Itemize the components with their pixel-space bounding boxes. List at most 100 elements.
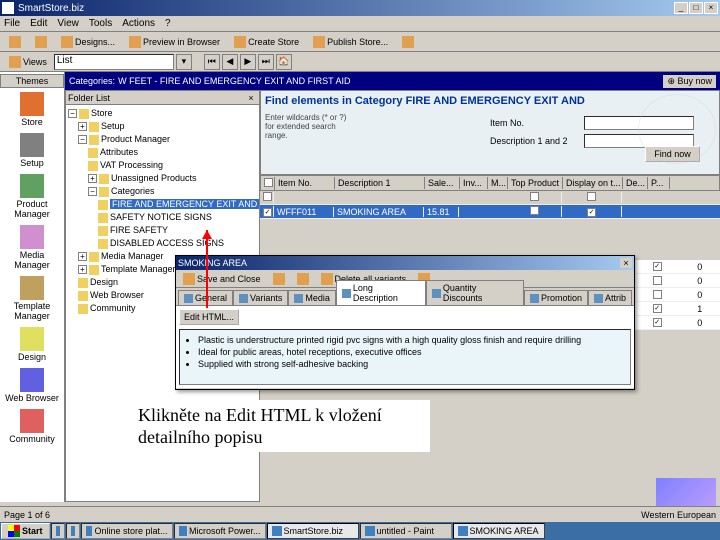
nav-last[interactable]: ⏭ — [258, 54, 274, 70]
app-icon — [458, 526, 468, 536]
product-icon — [20, 174, 44, 198]
menu-actions[interactable]: Actions — [122, 18, 155, 29]
col-display[interactable]: Display on t... — [563, 177, 623, 189]
views-icon — [9, 56, 21, 68]
col-select[interactable] — [261, 177, 275, 190]
tree-fire-safety[interactable]: FIRE SAFETY — [68, 224, 257, 237]
detail-titlebar[interactable]: SMOKING AREA × — [176, 256, 634, 270]
tree-unassigned[interactable]: +Unassigned Products — [68, 172, 257, 185]
tree-safety[interactable]: SAFETY NOTICE SIGNS — [68, 211, 257, 224]
nav-next[interactable]: ▶ — [240, 54, 256, 70]
tool-extra[interactable] — [397, 34, 419, 50]
strip-row[interactable]: ✓1 — [635, 302, 720, 316]
right-checkbox-strip: ✓0 0 0 ✓1 ✓0 — [635, 260, 720, 330]
strip-row[interactable]: 0 — [635, 274, 720, 288]
folder-icon — [35, 36, 47, 48]
tab-long-description[interactable]: Long Description — [336, 280, 426, 305]
attr-icon — [594, 294, 603, 303]
tab-quantity[interactable]: Quantity Discounts — [426, 280, 524, 305]
menu-file[interactable]: File — [4, 18, 20, 29]
tree-selected-category[interactable]: FIRE AND EMERGENCY EXIT AND FIRST AID — [68, 198, 257, 211]
tool-publish[interactable]: Publish Store... — [308, 34, 393, 50]
sidebar-community[interactable]: Community — [2, 407, 62, 446]
ql-icon — [56, 526, 60, 536]
col-sale[interactable]: Sale... — [425, 177, 460, 189]
col-p[interactable]: P... — [648, 177, 670, 189]
print-icon — [297, 273, 309, 285]
tool-open[interactable] — [30, 34, 52, 50]
menu-edit[interactable]: Edit — [30, 18, 47, 29]
col-de[interactable]: De... — [623, 177, 648, 189]
grid-row-blank[interactable] — [260, 191, 720, 205]
sidebar-template-manager[interactable]: Template Manager — [2, 274, 62, 323]
detail-tool2[interactable] — [268, 271, 290, 287]
tree-attributes[interactable]: Attributes — [68, 146, 257, 159]
sidebar-store[interactable]: Store — [2, 90, 62, 129]
nav-up[interactable]: 🏠 — [276, 54, 292, 70]
nav-first[interactable]: ⏮ — [204, 54, 220, 70]
sidebar-media-manager[interactable]: Media Manager — [2, 223, 62, 272]
detail-close-icon[interactable]: × — [620, 258, 632, 268]
tool-new[interactable] — [4, 34, 26, 50]
menu-view[interactable]: View — [57, 18, 79, 29]
col-top[interactable]: Top Product ? — [508, 177, 563, 189]
tool-preview[interactable]: Preview in Browser — [124, 34, 225, 50]
taskbar-item-4[interactable]: SMOKING AREA — [453, 523, 545, 539]
sidebar-web-browser[interactable]: Web Browser — [2, 366, 62, 405]
taskbar-item-1[interactable]: Microsoft Power... — [174, 523, 266, 539]
start-button[interactable]: Start — [1, 523, 50, 539]
sidebar-setup[interactable]: Setup — [2, 131, 62, 170]
tree-disabled[interactable]: DISABLED ACCESS SIGNS — [68, 237, 257, 250]
delete-icon — [321, 273, 333, 285]
tool-create[interactable]: Create Store — [229, 34, 304, 50]
grid-row-selected[interactable]: ✓ WFFF011 SMOKING AREA 15.81 ✓ — [260, 205, 720, 219]
detail-tool3[interactable] — [292, 271, 314, 287]
folder-close-icon[interactable]: × — [245, 93, 257, 103]
variants-icon — [239, 294, 248, 303]
tool-designs[interactable]: Designs... — [56, 34, 120, 50]
col-m[interactable]: M... — [488, 177, 508, 189]
app-icon — [86, 526, 93, 536]
buy-now-button[interactable]: ⊕ Buy now — [663, 75, 716, 88]
tab-promotion[interactable]: Promotion — [524, 290, 588, 305]
taskbar-item-2[interactable]: SmartStore.biz — [267, 523, 359, 539]
tb-quick1[interactable] — [51, 523, 65, 539]
media-icon — [20, 225, 44, 249]
view-dropdown[interactable]: List — [54, 54, 174, 70]
promo-icon — [530, 294, 539, 303]
tree-root[interactable]: −Store — [68, 107, 257, 120]
taskbar-item-0[interactable]: Online store plat... — [81, 523, 173, 539]
description-area[interactable]: Plastic is understructure printed rigid … — [179, 329, 631, 385]
nav-prev[interactable]: ◀ — [222, 54, 238, 70]
dropdown-arrow[interactable]: ▾ — [176, 54, 192, 70]
menu-tools[interactable]: Tools — [89, 18, 112, 29]
close-button[interactable]: × — [704, 2, 718, 14]
col-item[interactable]: Item No. — [275, 177, 335, 189]
toolbar-nav: Views List ▾ ⏮ ◀ ▶ ⏭ 🏠 — [0, 52, 720, 72]
tab-attrib[interactable]: Attrib — [588, 290, 632, 305]
media-icon — [294, 294, 303, 303]
edit-html-button[interactable]: Edit HTML... — [179, 309, 239, 325]
col-inv[interactable]: Inv... — [460, 177, 488, 189]
tab-variants[interactable]: Variants — [233, 290, 288, 305]
save-close-button[interactable]: Save and Close — [178, 271, 266, 287]
tree-categories[interactable]: −Categories — [68, 185, 257, 198]
tab-media[interactable]: Media — [288, 290, 336, 305]
minimize-button[interactable]: _ — [674, 2, 688, 14]
strip-row[interactable]: 0 — [635, 288, 720, 302]
taskbar-item-3[interactable]: untitled - Paint — [360, 523, 452, 539]
strip-row[interactable]: ✓0 — [635, 260, 720, 274]
sidebar-design[interactable]: Design — [2, 325, 62, 364]
menu-help[interactable]: ? — [165, 18, 171, 29]
views-label[interactable]: Views — [4, 54, 52, 70]
maximize-button[interactable]: □ — [689, 2, 703, 14]
col-desc[interactable]: Description 1 — [335, 177, 425, 189]
tb-quick2[interactable] — [66, 523, 80, 539]
detail-body: Edit HTML... Plastic is understructure p… — [176, 306, 634, 388]
tree-vat[interactable]: VAT Processing — [68, 159, 257, 172]
sidebar-product-manager[interactable]: Product Manager — [2, 172, 62, 221]
browser-icon — [129, 36, 141, 48]
tree-setup[interactable]: +Setup — [68, 120, 257, 133]
strip-row[interactable]: ✓0 — [635, 316, 720, 330]
tree-product-manager[interactable]: −Product Manager — [68, 133, 257, 146]
